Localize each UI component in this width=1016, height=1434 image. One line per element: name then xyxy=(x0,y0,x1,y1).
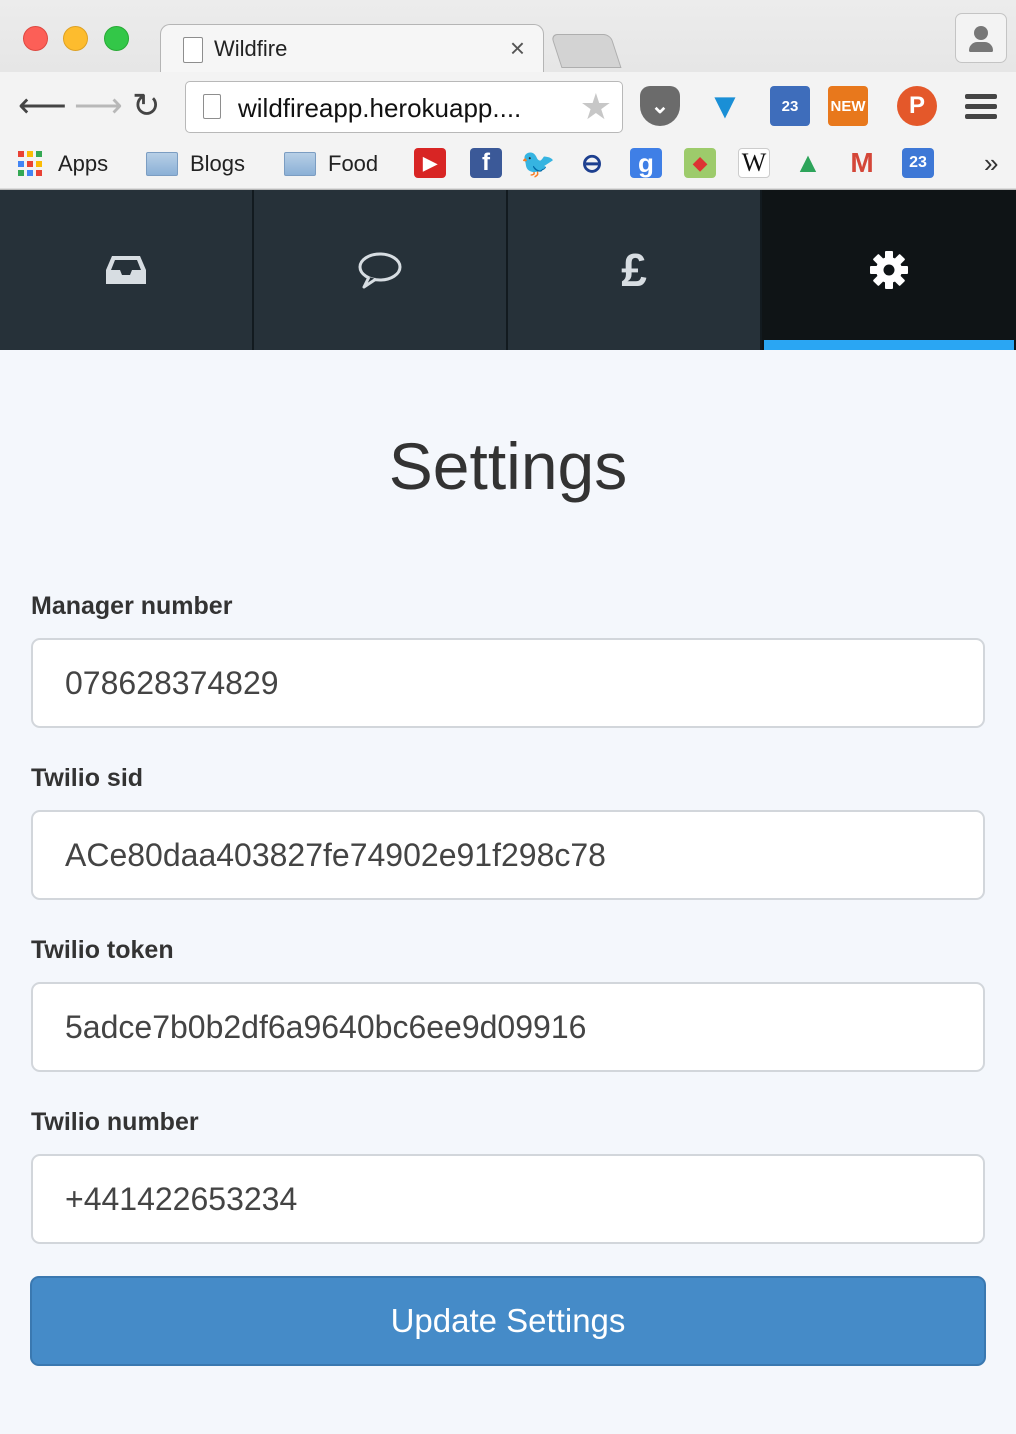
bookmark-label: Food xyxy=(328,151,379,176)
bookmark-star-icon[interactable]: ★ xyxy=(580,86,612,128)
drive-icon[interactable]: ▲ xyxy=(792,147,824,178)
p-extension-icon[interactable]: P xyxy=(897,86,937,126)
tab-settings[interactable] xyxy=(762,190,1016,350)
browser-tab[interactable]: Wildfire × xyxy=(160,24,544,74)
bookmark-apps[interactable]: Apps xyxy=(18,147,108,181)
calendar-icon[interactable]: 23 xyxy=(902,148,934,178)
tab-inbox[interactable] xyxy=(0,190,254,350)
profile-button[interactable] xyxy=(955,13,1007,63)
chat-bubble-icon xyxy=(358,252,402,289)
pocket-extension-icon[interactable]: ⌄ xyxy=(640,86,680,126)
tab-close-icon[interactable]: × xyxy=(510,33,525,64)
more-bookmarks-icon[interactable]: » xyxy=(984,148,998,179)
folder-icon xyxy=(146,152,178,176)
funnel-extension-icon[interactable]: ▼ xyxy=(705,85,745,126)
bookmark-label: Blogs xyxy=(190,151,246,176)
new-tab-button[interactable] xyxy=(550,34,622,68)
tab-title: Wildfire xyxy=(214,36,288,61)
apps-grid-icon xyxy=(18,151,44,177)
back-arrow-icon[interactable]: ⟵ xyxy=(18,86,67,126)
minimize-window-button[interactable] xyxy=(63,26,88,51)
facebook-icon[interactable]: f xyxy=(470,148,502,178)
page-icon xyxy=(203,94,221,119)
tfl-roundel-icon[interactable]: ⊖ xyxy=(576,148,608,178)
forward-arrow-icon[interactable]: ⟶ xyxy=(74,86,123,126)
person-icon xyxy=(974,26,988,40)
bookmark-blogs[interactable]: Blogs xyxy=(146,147,245,181)
twilio-number-field[interactable] xyxy=(31,1154,985,1244)
new-extension-icon[interactable]: NEW xyxy=(828,86,868,126)
maps-icon[interactable]: ◆ xyxy=(684,148,716,178)
close-window-button[interactable] xyxy=(23,26,48,51)
folder-icon xyxy=(284,152,316,176)
google-icon[interactable]: g xyxy=(630,148,662,178)
hamburger-menu-icon[interactable] xyxy=(965,94,997,124)
twilio-token-label: Twilio token xyxy=(31,936,174,964)
gear-icon xyxy=(870,251,908,289)
browser-toolbar: ⟵ ⟶ ↻ wildfireapp.herokuapp.... ★ ⌄ ▼ 23… xyxy=(0,72,1016,142)
page-icon xyxy=(183,37,203,63)
twilio-sid-field[interactable] xyxy=(31,810,985,900)
twilio-sid-label: Twilio sid xyxy=(31,764,144,792)
reload-icon[interactable]: ↻ xyxy=(132,86,161,126)
app-nav: £ xyxy=(0,190,1016,350)
bookmark-food[interactable]: Food xyxy=(284,147,378,181)
update-settings-button[interactable]: Update Settings xyxy=(30,1276,986,1366)
tree-extension-icon[interactable]: 23 xyxy=(770,86,810,126)
youtube-icon[interactable]: ▶ xyxy=(414,148,446,178)
gmail-icon[interactable]: M xyxy=(846,147,878,178)
title-bar: Wildfire × xyxy=(0,0,1016,74)
bookmark-label: Apps xyxy=(58,151,109,176)
page-title: Settings xyxy=(388,429,628,503)
address-bar[interactable]: wildfireapp.herokuapp.... ★ xyxy=(185,81,623,133)
manager-number-label: Manager number xyxy=(31,592,233,620)
wikipedia-icon[interactable]: W xyxy=(738,148,770,178)
browser-chrome: Wildfire × ⟵ ⟶ ↻ wildfireapp.herokuapp..… xyxy=(0,0,1016,190)
twilio-number-label: Twilio number xyxy=(31,1108,199,1136)
tab-billing[interactable]: £ xyxy=(508,190,762,350)
zoom-window-button[interactable] xyxy=(104,26,129,51)
pound-icon: £ xyxy=(621,244,647,296)
inbox-icon xyxy=(106,256,146,284)
url-text[interactable]: wildfireapp.herokuapp.... xyxy=(238,93,521,124)
twitter-icon[interactable]: 🐦 xyxy=(521,148,556,179)
tab-messages[interactable] xyxy=(254,190,508,350)
twilio-token-field[interactable] xyxy=(31,982,985,1072)
manager-number-field[interactable] xyxy=(31,638,985,728)
